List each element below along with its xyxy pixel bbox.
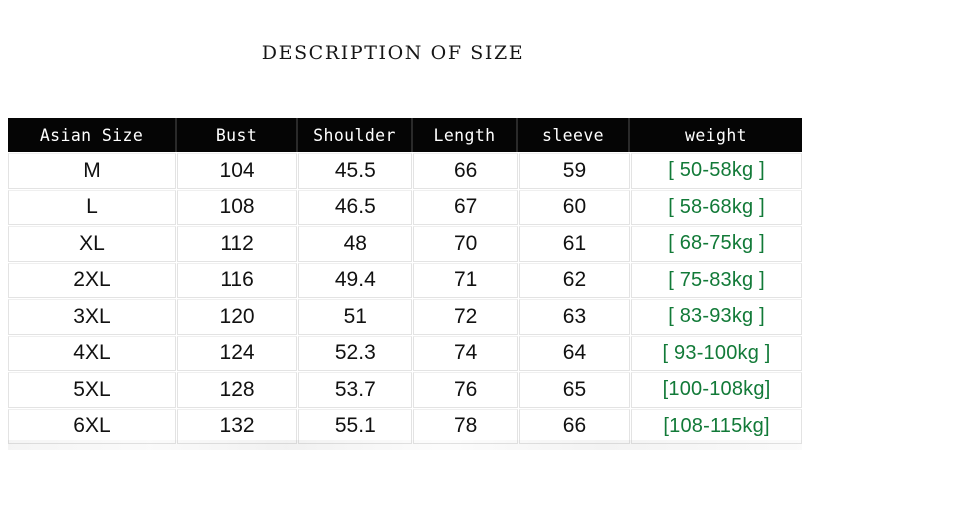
cell-size: XL (8, 226, 176, 262)
cell-shoulder: 55.1 (298, 408, 413, 444)
cell-shoulder: 49.4 (298, 262, 413, 298)
cell-sleeve: 61 (518, 226, 631, 262)
cell-bust: 124 (176, 335, 298, 371)
cell-shoulder: 51 (298, 299, 413, 335)
cell-length: 74 (413, 335, 518, 371)
table-row: 4XL 124 52.3 74 64 [ 93-100kg ] (8, 335, 802, 371)
cell-sleeve: 66 (518, 408, 631, 444)
cell-size: M (8, 153, 176, 189)
cell-bust: 116 (176, 262, 298, 298)
cell-weight: [108-115kg] (631, 408, 802, 444)
column-header-weight: weight (630, 118, 802, 152)
cell-sleeve: 63 (518, 299, 631, 335)
cell-size: 5XL (8, 372, 176, 408)
table-row: 6XL 132 55.1 78 66 [108-115kg] (8, 408, 802, 444)
table-row: L 108 46.5 67 60 [ 58-68kg ] (8, 189, 802, 225)
cell-size: 4XL (8, 335, 176, 371)
table-row: 2XL 116 49.4 71 62 [ 75-83kg ] (8, 262, 802, 298)
cell-shoulder: 53.7 (298, 372, 413, 408)
cell-bust: 112 (176, 226, 298, 262)
cell-sleeve: 59 (518, 153, 631, 189)
table-row: 3XL 120 51 72 63 [ 83-93kg ] (8, 299, 802, 335)
cell-bust: 120 (176, 299, 298, 335)
cell-size: 2XL (8, 262, 176, 298)
table-header-row: Asian Size Bust Shoulder Length sleeve w… (8, 118, 802, 152)
cell-shoulder: 48 (298, 226, 413, 262)
cell-shoulder: 52.3 (298, 335, 413, 371)
table-row: 5XL 128 53.7 76 65 [100-108kg] (8, 372, 802, 408)
cell-bust: 132 (176, 408, 298, 444)
cell-length: 72 (413, 299, 518, 335)
cell-length: 67 (413, 189, 518, 225)
column-header-asian-size: Asian Size (8, 118, 177, 152)
cell-weight: [ 50-58kg ] (631, 153, 802, 189)
cell-weight: [100-108kg] (631, 372, 802, 408)
cell-length: 71 (413, 262, 518, 298)
column-header-shoulder: Shoulder (298, 118, 413, 152)
cell-bust: 128 (176, 372, 298, 408)
cell-weight: [ 83-93kg ] (631, 299, 802, 335)
cell-length: 78 (413, 408, 518, 444)
table-row: M 104 45.5 66 59 [ 50-58kg ] (8, 153, 802, 189)
cell-sleeve: 64 (518, 335, 631, 371)
cell-bust: 108 (176, 189, 298, 225)
cell-length: 76 (413, 372, 518, 408)
page-title: DESCRIPTION OF SIZE (261, 42, 525, 64)
table-row: XL 112 48 70 61 [ 68-75kg ] (8, 226, 802, 262)
column-header-length: Length (413, 118, 518, 152)
cell-size: 3XL (8, 299, 176, 335)
cell-weight: [ 93-100kg ] (631, 335, 802, 371)
cell-sleeve: 60 (518, 189, 631, 225)
cell-length: 70 (413, 226, 518, 262)
cell-size: L (8, 189, 176, 225)
cell-weight: [ 58-68kg ] (631, 189, 802, 225)
size-chart-table: Asian Size Bust Shoulder Length sleeve w… (8, 118, 802, 444)
column-header-bust: Bust (177, 118, 298, 152)
cell-weight: [ 75-83kg ] (631, 262, 802, 298)
cell-length: 66 (413, 153, 518, 189)
scan-artifact (8, 440, 802, 450)
cell-size: 6XL (8, 408, 176, 444)
cell-weight: [ 68-75kg ] (631, 226, 802, 262)
cell-sleeve: 65 (518, 372, 631, 408)
column-header-sleeve: sleeve (518, 118, 630, 152)
cell-shoulder: 46.5 (298, 189, 413, 225)
cell-sleeve: 62 (518, 262, 631, 298)
cell-shoulder: 45.5 (298, 153, 413, 189)
cell-bust: 104 (176, 153, 298, 189)
